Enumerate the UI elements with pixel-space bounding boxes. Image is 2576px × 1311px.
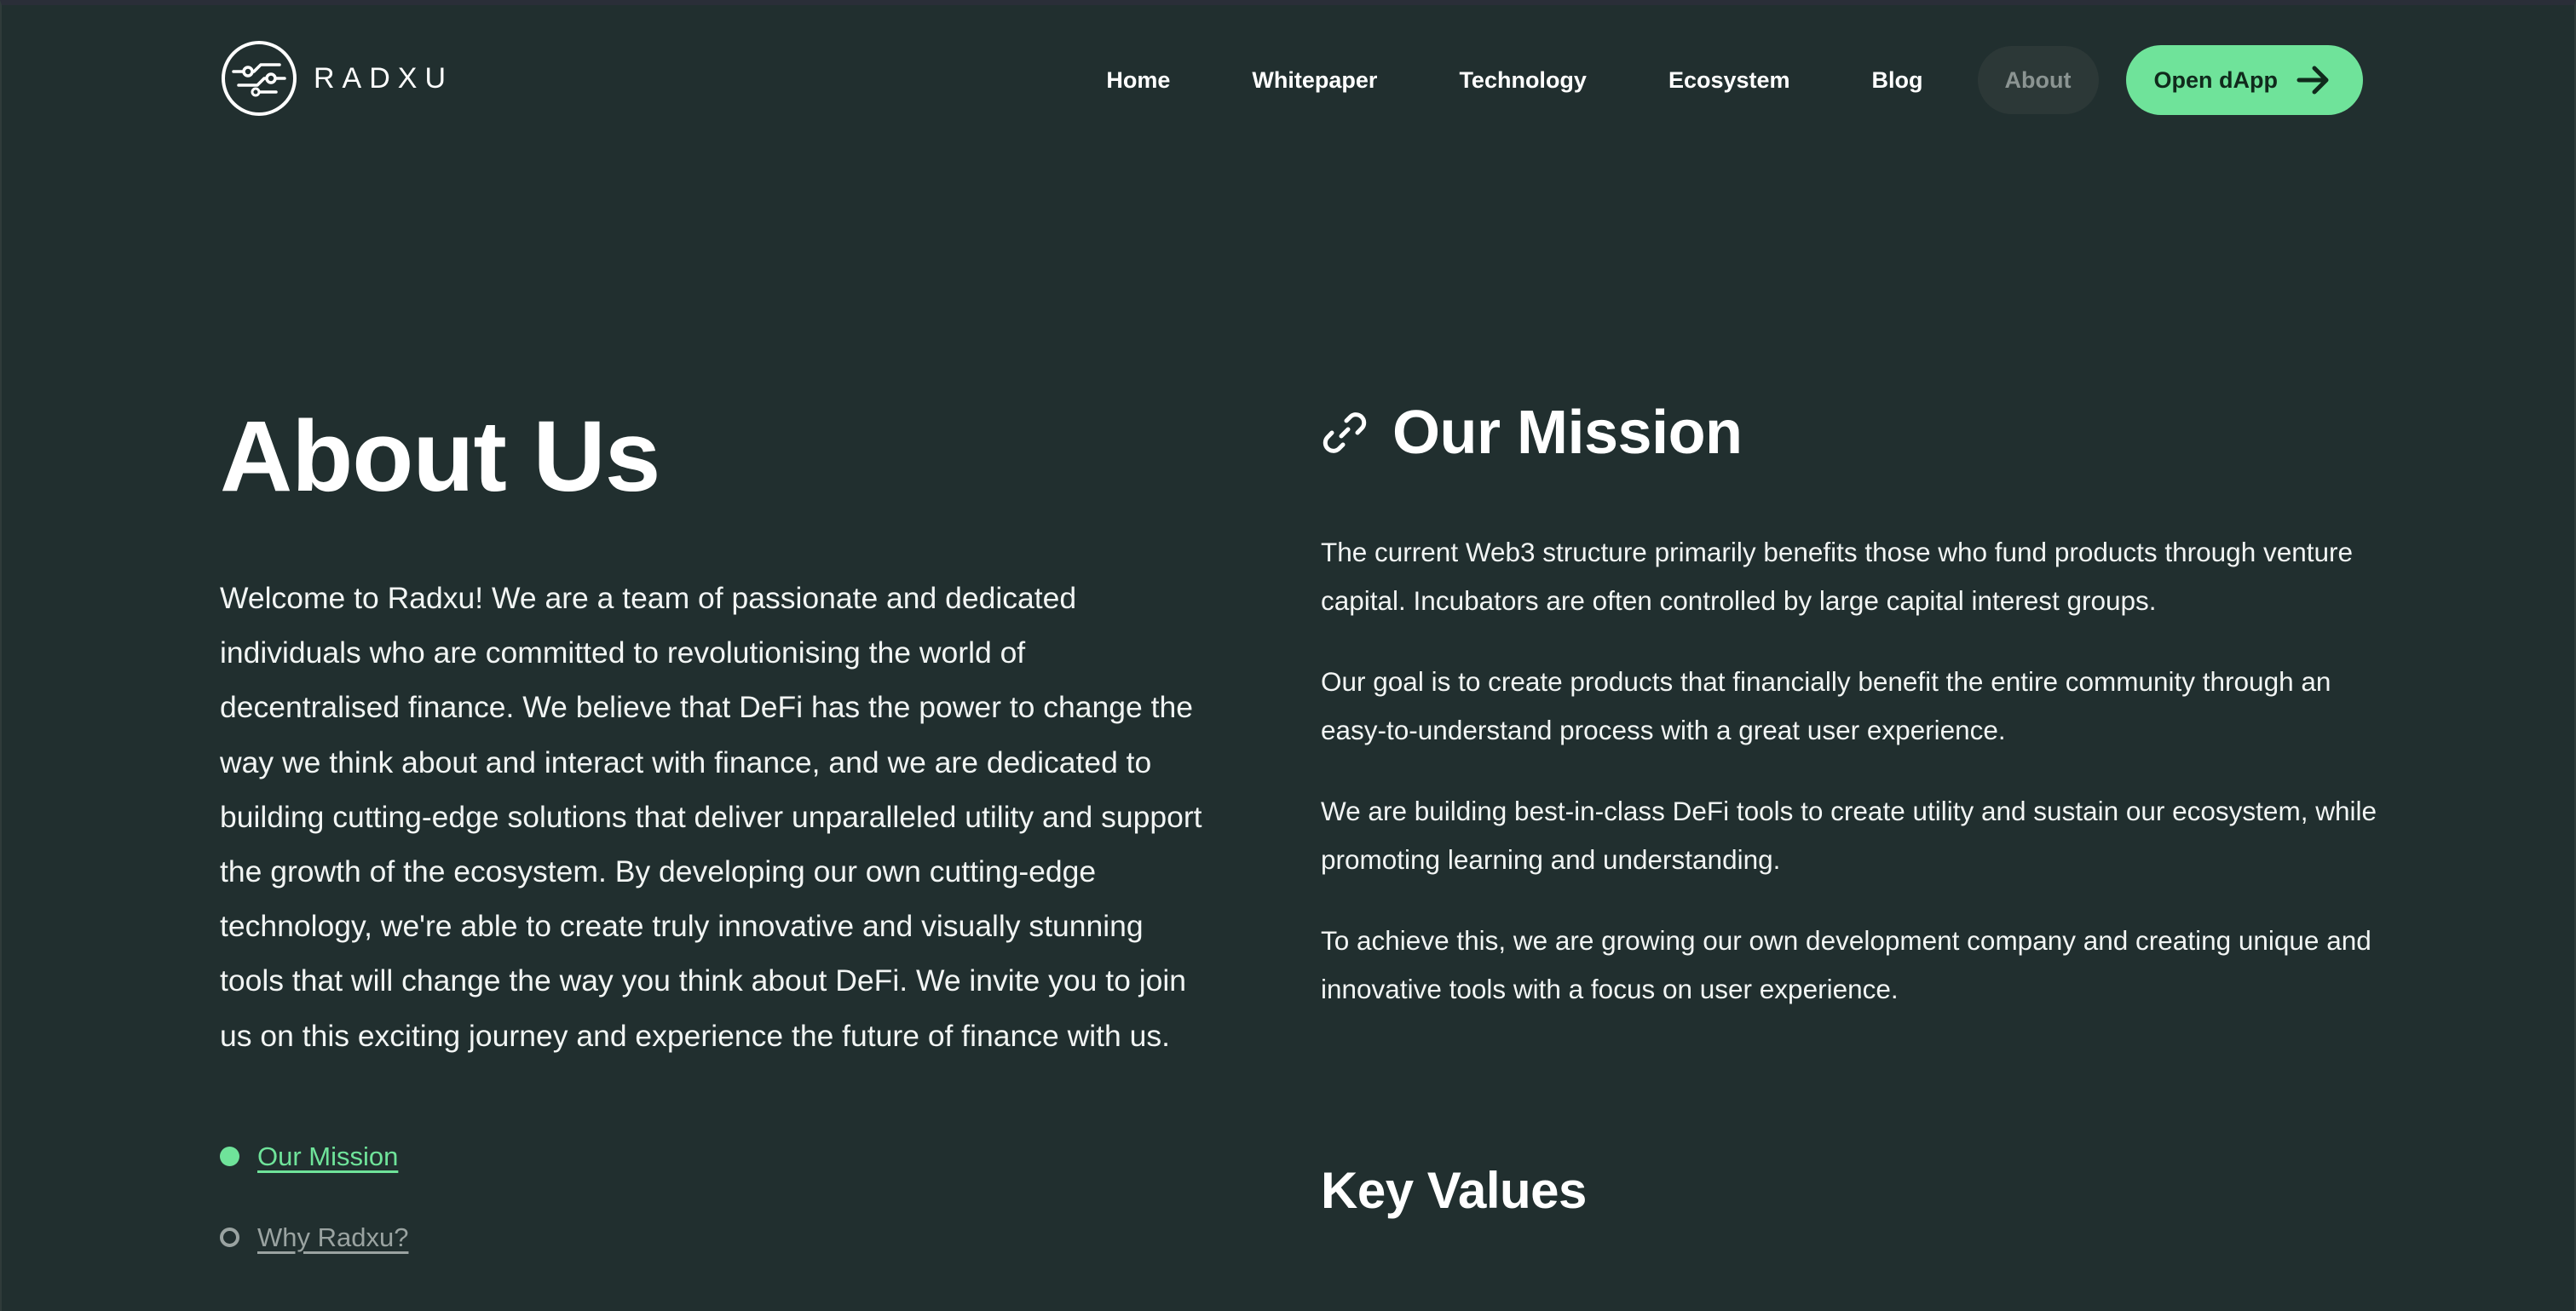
page-title: About Us (220, 400, 660, 513)
mission-section: Our Mission The current Web3 structure p… (1321, 394, 2377, 1220)
open-dapp-button[interactable]: Open dApp (2125, 45, 2363, 115)
mission-paragraph: To achieve this, we are growing our own … (1321, 925, 2371, 1004)
toc-item-our-mission[interactable]: Our Mission (220, 1136, 1208, 1177)
mission-paragraph: Our goal is to create products that fina… (1321, 666, 2331, 745)
mission-title: Our Mission (1392, 399, 1743, 467)
nav-whitepaper[interactable]: Whitepaper (1211, 46, 1418, 114)
toc-link-why-radxu[interactable]: Why Radxu? (257, 1222, 408, 1253)
table-of-contents: Our Mission Why Radxu? (220, 1136, 1208, 1258)
mission-paragraph: The current Web3 structure primarily ben… (1321, 537, 2354, 616)
link-icon (1323, 412, 1367, 453)
inactive-dot-icon (220, 1228, 239, 1248)
logo-link[interactable]: RADXU (220, 39, 453, 118)
nav-ecosystem[interactable]: Ecosystem (1628, 46, 1831, 114)
top-navigation: RADXU Home Whitepaper Technology Ecosyst… (2, 5, 2574, 150)
active-dot-icon (220, 1147, 239, 1167)
nav-home[interactable]: Home (1065, 46, 1211, 114)
mission-heading: Our Mission (1321, 394, 2377, 472)
toc-link-our-mission[interactable]: Our Mission (257, 1141, 398, 1172)
about-body: Welcome to Radxu! We are a team of passi… (220, 581, 1202, 1053)
nav-links: Home Whitepaper Technology Ecosystem Blo… (1065, 45, 2363, 115)
key-values-title: Key Values (1321, 1162, 1587, 1219)
arrow-right-icon (2297, 66, 2329, 95)
radxu-logo-icon (222, 41, 297, 116)
about-section: About Us Welcome to Radxu! We are a team… (220, 399, 1208, 1298)
nav-about[interactable]: About (1977, 46, 2099, 114)
page: RADXU Home Whitepaper Technology Ecosyst… (0, 0, 2576, 1311)
nav-blog[interactable]: Blog (1831, 46, 1964, 114)
brand-name: RADXU (314, 61, 454, 95)
nav-technology[interactable]: Technology (1418, 46, 1628, 114)
mission-paragraphs: The current Web3 structure primarily ben… (1321, 528, 2377, 1013)
open-dapp-label: Open dApp (2153, 66, 2278, 93)
mission-paragraph: We are building best-in-class DeFi tools… (1321, 796, 2377, 875)
toc-item-why-radxu[interactable]: Why Radxu? (220, 1217, 1208, 1258)
